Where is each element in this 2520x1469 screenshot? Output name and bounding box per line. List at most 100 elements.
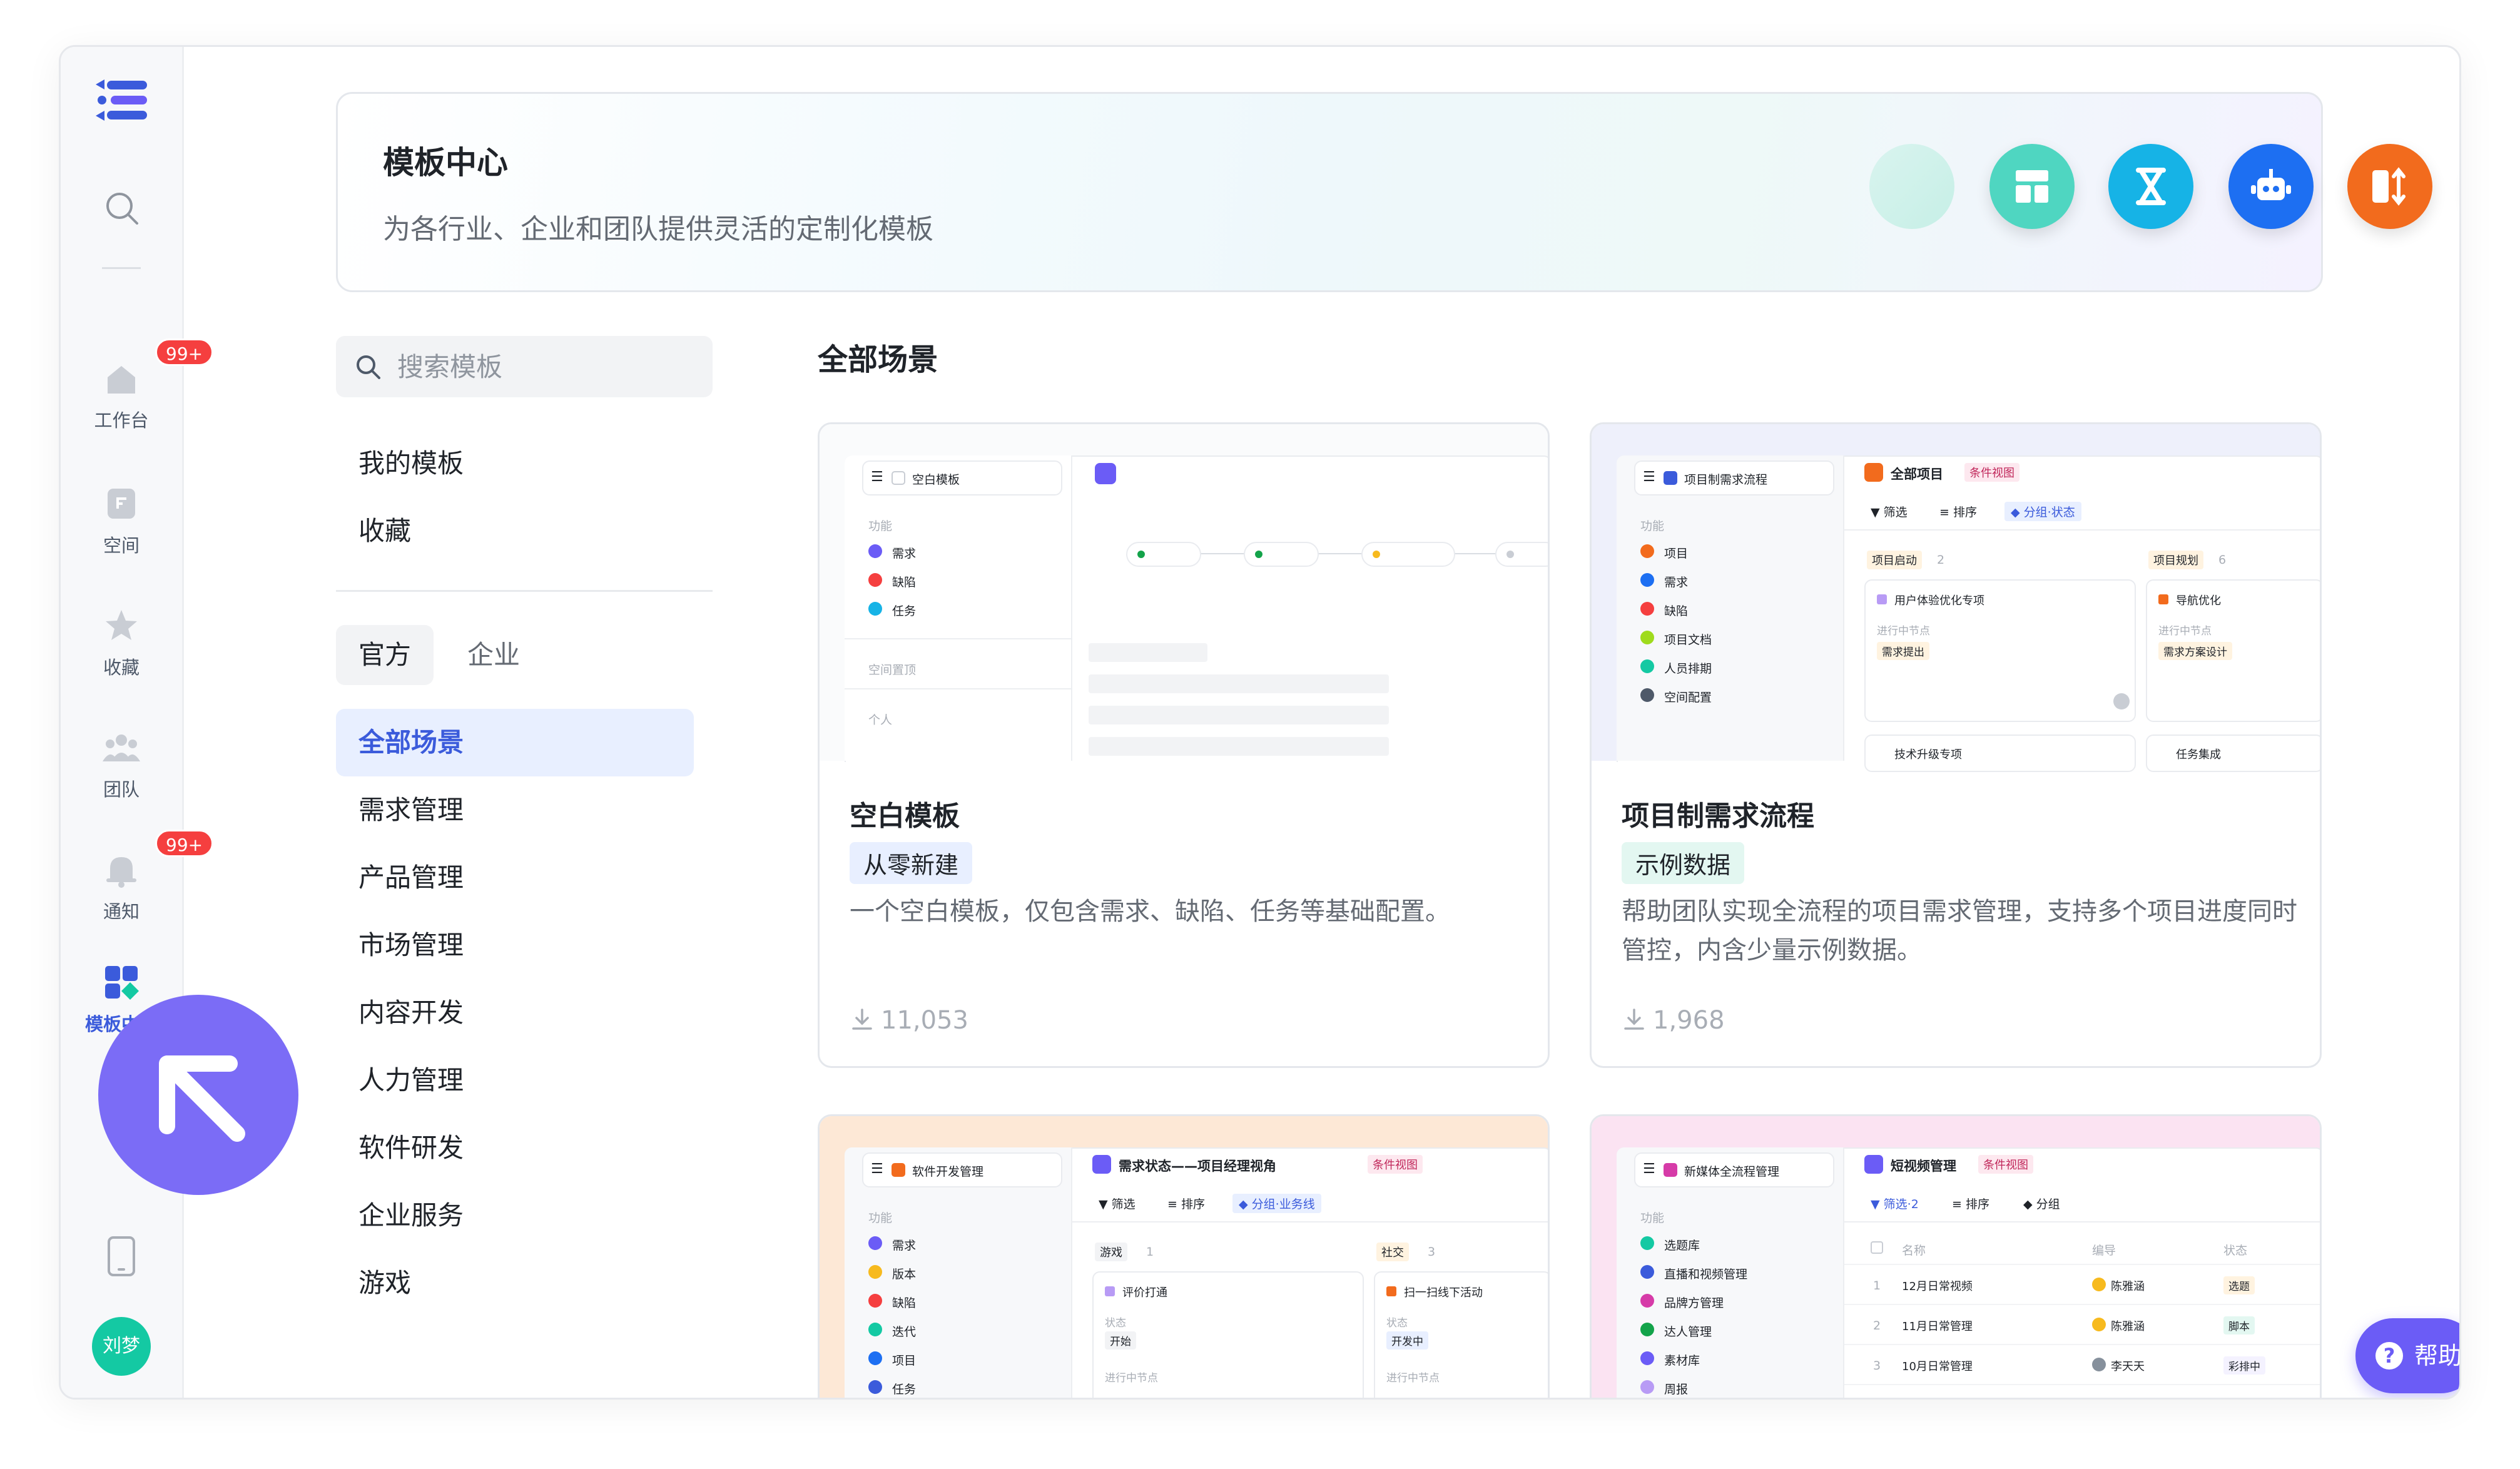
preview-row-number: 2 — [1873, 1319, 1881, 1333]
preview-group-by: ◆ 分组 — [2023, 1197, 2060, 1211]
preview-column-name: 社交 — [1376, 1243, 1409, 1261]
card-description: 一个空白模板，仅包含需求、缺陷、任务等基础配置。 — [850, 897, 1450, 926]
preview-item-icon — [1640, 631, 1654, 644]
preview-item-icon — [1640, 573, 1654, 587]
preview-space-name: 软件开发管理 — [912, 1165, 984, 1179]
preview-column-name: 项目启动 — [1867, 551, 1922, 569]
preview-state-label: 状态 — [1105, 1317, 1126, 1329]
preview-group: 功能 — [1640, 1211, 1665, 1225]
preview-node-label: 进行中节点 — [1386, 1372, 1440, 1385]
faded-teal-icon — [1869, 144, 1954, 229]
category-hr[interactable]: 人力管理 — [336, 1047, 694, 1114]
preview-column-name: 游戏 — [1095, 1243, 1127, 1261]
preview-kanban-card — [2146, 734, 2320, 772]
preview-item: 人员排期 — [1664, 662, 1712, 676]
preview-divider — [1844, 1221, 2320, 1222]
preview-view-tag: 条件视图 — [1964, 463, 2020, 482]
hourglass-icon — [2108, 144, 2193, 229]
user-avatar[interactable]: 刘梦 — [92, 1317, 151, 1376]
category-all[interactable]: 全部场景 — [336, 709, 694, 776]
category-game[interactable]: 游戏 — [336, 1249, 694, 1317]
help-button[interactable]: ? 帮助 — [2355, 1318, 2461, 1393]
template-card-project-flow[interactable]: ☰ 项目制需求流程 功能 项目 需求 缺陷 项目文档 人员排期 空间配置 全部项… — [1590, 422, 2322, 1068]
template-card-software-dev[interactable]: ☰ 软件开发管理 功能 需求 版本 缺陷 迭代 项目 任务 需求状态——项目经理… — [818, 1114, 1550, 1398]
preview-item: 迭代 — [892, 1325, 917, 1339]
my-templates-link[interactable]: 我的模板 — [358, 442, 464, 480]
card-downloads: 11,053 — [850, 1006, 968, 1035]
preview-owner-avatar — [2092, 1278, 2106, 1291]
preview-node: 需求提出 — [1877, 642, 1929, 660]
template-card-new-media[interactable]: ☰ 新媒体全流程管理 功能 选题库 直播和视频管理 品牌方管理 达人管理 素材库… — [1590, 1114, 2322, 1398]
preview-item-icon — [868, 1323, 882, 1336]
preview-skeleton-bar — [1089, 674, 1389, 693]
tab-enterprise[interactable]: 企业 — [445, 625, 542, 685]
preview-item-icon — [868, 1351, 882, 1365]
preview-row-status: 选题 — [2223, 1276, 2255, 1294]
preview-node-label: 进行中节点 — [1105, 1372, 1158, 1385]
card-preview: ☰ 软件开发管理 功能 需求 版本 缺陷 迭代 项目 任务 需求状态——项目经理… — [820, 1116, 1548, 1398]
preview-state-label: 状态 — [1386, 1317, 1408, 1329]
category-marketing[interactable]: 市场管理 — [336, 912, 694, 979]
home-icon — [108, 366, 135, 394]
page-title: 模板中心 — [383, 145, 508, 181]
preview-item-icon — [868, 544, 882, 558]
preview-item: 直播和视频管理 — [1664, 1268, 1748, 1281]
card-downloads: 1,968 — [1622, 1006, 1725, 1035]
preview-extra: 空间置顶 — [868, 663, 917, 677]
preview-view-tag: 条件视图 — [1978, 1155, 2033, 1174]
preview-column-count: 6 — [2218, 553, 2227, 567]
sidebar-item-workbench[interactable]: 99+ 工作台 — [61, 338, 214, 432]
preview-view-tag: 条件视图 — [1368, 1155, 1423, 1174]
sidebar-item-label: 通知 — [103, 901, 140, 922]
search-icon[interactable] — [103, 190, 141, 227]
preview-skeleton-bar — [1089, 706, 1389, 724]
category-content[interactable]: 内容开发 — [336, 979, 694, 1047]
bell-icon — [106, 857, 136, 888]
sidebar-item-favorites[interactable]: 收藏 — [61, 607, 182, 679]
app-window: 99+ 工作台 空间 收藏 团队 99+ 通知 模板中心 刘梦 模板中心 为各行… — [59, 45, 2461, 1400]
download-icon — [852, 1009, 872, 1030]
team-icon — [103, 734, 140, 761]
preview-divider — [845, 638, 1072, 639]
sidebar-item-team[interactable]: 团队 — [61, 729, 182, 801]
preview-item-icon — [868, 1294, 882, 1308]
sidebar-item-notifications[interactable]: 99+ 通知 — [61, 830, 214, 923]
preview-menu-icon: ☰ — [871, 469, 883, 485]
category-requirements[interactable]: 需求管理 — [336, 776, 694, 844]
preview-item-icon — [1640, 544, 1654, 558]
preview-item-icon — [1640, 602, 1654, 616]
mobile-phone-icon[interactable] — [107, 1236, 136, 1277]
question-icon: ? — [2375, 1342, 2403, 1370]
help-label: 帮助 — [2414, 1342, 2461, 1370]
preview-item: 项目 — [1664, 547, 1689, 561]
download-icon — [1624, 1009, 1644, 1030]
preview-column-count: 3 — [1428, 1245, 1436, 1259]
preview-item: 选题库 — [1664, 1239, 1700, 1253]
preview-space-name: 项目制需求流程 — [1684, 473, 1768, 487]
preview-item: 品牌方管理 — [1664, 1296, 1724, 1310]
preview-row-status: 彩排中 — [2223, 1356, 2265, 1375]
preview-group: 功能 — [1640, 519, 1665, 533]
preview-item-icon — [868, 602, 882, 616]
favorites-link[interactable]: 收藏 — [358, 510, 411, 548]
preview-divider — [845, 688, 1072, 689]
card-preview: ☰ 新媒体全流程管理 功能 选题库 直播和视频管理 品牌方管理 达人管理 素材库… — [1592, 1116, 2320, 1398]
search-icon — [357, 355, 380, 379]
preview-card-title: 导航优化 — [2176, 594, 2221, 607]
preview-item-icon — [868, 573, 882, 587]
preview-view-icon — [1095, 463, 1116, 484]
category-software[interactable]: 软件研发 — [336, 1114, 694, 1182]
preview-menu-icon: ☰ — [1643, 1161, 1655, 1177]
card-title: 空白模板 — [850, 800, 960, 832]
sidebar-item-space[interactable]: 空间 — [61, 485, 182, 557]
preview-item-icon — [868, 1236, 882, 1250]
template-search[interactable] — [336, 336, 713, 397]
category-product[interactable]: 产品管理 — [336, 844, 694, 912]
app-logo-icon[interactable] — [96, 79, 150, 121]
search-input[interactable] — [397, 336, 698, 397]
preview-item: 周报 — [1664, 1383, 1689, 1396]
tab-official[interactable]: 官方 — [336, 625, 434, 685]
preview-column-count: 1 — [1146, 1245, 1154, 1259]
category-enterprise-service[interactable]: 企业服务 — [336, 1182, 694, 1249]
template-card-blank[interactable]: ☰ 空白模板 功能 需求 缺陷 任务 空间置顶 个人 空白模板 从零新建 一个空… — [818, 422, 1550, 1068]
